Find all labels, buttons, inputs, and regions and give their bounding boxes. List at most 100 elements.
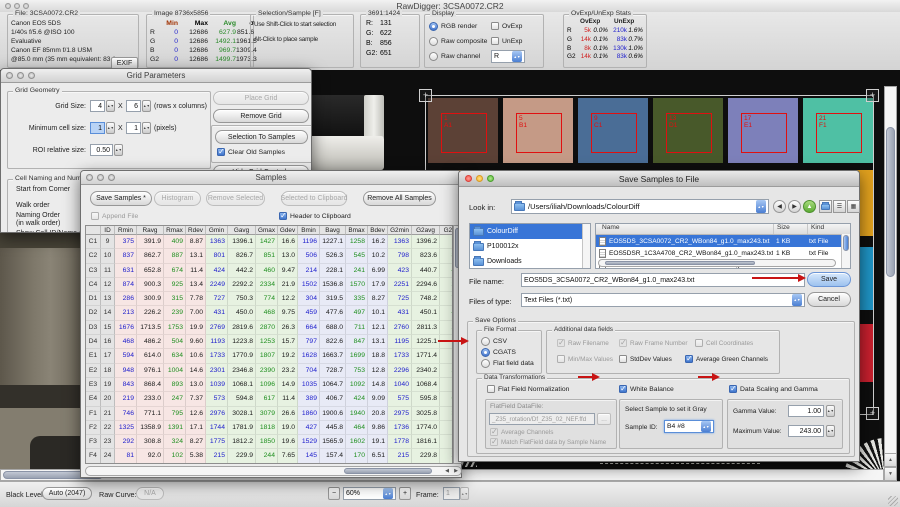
zoom-in-button[interactable]: + [399, 487, 411, 500]
checkbox-min-max-values[interactable]: Min/Max Values [557, 355, 613, 363]
column-header[interactable]: Gdev [278, 226, 298, 235]
column-header[interactable]: Gavg [228, 226, 256, 235]
table-row[interactable]: D214213226.22397.00431450.04689.75459477… [86, 306, 452, 320]
clear-old-samples-checkbox[interactable]: Clear Old Samples [217, 148, 285, 156]
table-row[interactable]: E319843868.489313.010391068.1109614.9103… [86, 378, 452, 392]
table-row[interactable]: F4248192.01025.38215229.92447.65145157.4… [86, 449, 452, 463]
back-button[interactable]: ◀ [773, 200, 786, 213]
column-header[interactable]: Gmin [206, 226, 228, 235]
raw-channel-select[interactable]: R ▲▼ [491, 50, 525, 63]
column-header[interactable]: G2min [388, 226, 412, 235]
radio-flat-field-data[interactable]: Flat field data [481, 359, 534, 368]
table-row[interactable]: F323292308.83248.2717751812.2185019.6152… [86, 435, 452, 449]
min-cell-width-field[interactable]: 1 [90, 122, 105, 134]
places-sidebar[interactable]: ColourDiffP100012xDownloads [469, 223, 591, 269]
samples-titlebar[interactable]: Samples [81, 171, 461, 185]
column-header[interactable] [86, 226, 101, 235]
frame-stepper[interactable]: ▲▼ [460, 487, 469, 500]
sidebar-item-p100012x[interactable]: P100012x [470, 239, 590, 254]
grid-rows-field[interactable]: 4 [90, 100, 105, 112]
sidebar-item-colourdiff[interactable]: ColourDiff [470, 224, 590, 239]
data-scaling-checkbox[interactable]: Data Scaling and Gamma [729, 385, 818, 393]
checkbox-average-green-channels[interactable]: Average Green Channels [685, 355, 768, 363]
scrollbar-thumb[interactable] [344, 468, 432, 474]
list-view-button[interactable]: ☰ [833, 200, 846, 213]
checkbox-cell-coordinates[interactable]: Cell Coordinates [695, 339, 753, 347]
grid-parameters-titlebar[interactable]: Grid Parameters [1, 69, 311, 83]
column-header[interactable]: Gmax [256, 226, 278, 235]
zoom-out-button[interactable]: − [328, 487, 340, 500]
radio-raw-channel[interactable]: Raw channel [429, 52, 480, 61]
file-list-horizontal-scrollbar[interactable] [598, 259, 836, 267]
new-folder-button[interactable] [819, 200, 832, 213]
checkbox-unexp[interactable]: UnExp [491, 37, 522, 45]
frame-field[interactable]: 1 [443, 487, 460, 500]
scroll-left-arrow[interactable]: ◀ [445, 468, 449, 474]
table-row[interactable]: C311631652.867411.4424442.24609.47214228… [86, 264, 452, 278]
min-cell-width-stepper[interactable]: ▲▼ [106, 122, 115, 134]
checkbox-raw-frame-number[interactable]: Raw Frame Number [619, 339, 688, 347]
match-flatfield-checkbox[interactable]: Match FlatField data by Sample Name [490, 438, 606, 446]
look-in-combo[interactable]: /Users/iliah/Downloads/ColourDiff ▲▼ [511, 199, 769, 214]
sample-id-select[interactable]: B4 #8 ▲▼ [664, 420, 714, 433]
samples-horizontal-scrollbar[interactable]: ◀ ▶ [85, 466, 462, 476]
resize-grip[interactable] [888, 496, 898, 506]
checkbox-ovexp[interactable]: OvExp [491, 22, 522, 30]
file-list[interactable]: Name Size Kind EOS5DS_3CSA0072_CR2_WBon8… [595, 223, 851, 269]
file-list-item[interactable]: EOS5DSR_1C3A4708_CR2_WBon84_g1.0_max243.… [596, 247, 850, 259]
files-of-type-select[interactable]: Text Files (*.txt) ▲▼ [521, 293, 805, 307]
maximum-value-stepper[interactable]: ▲▼ [826, 425, 835, 437]
radio-cgats[interactable]: CGATS [481, 348, 516, 357]
dialog-titlebar[interactable]: Save Samples to File [459, 171, 859, 187]
column-header[interactable]: Rmax [164, 226, 186, 235]
radio-raw-composite[interactable]: Raw composite [429, 37, 487, 46]
samples-button-selected-to-clipboard[interactable]: Selected to Clipboard [281, 191, 347, 206]
black-level-button[interactable]: Auto (2047) [42, 487, 92, 500]
radio-rgb-render[interactable]: RGB render [429, 22, 477, 31]
samples-button-save-samples[interactable]: Save Samples * [90, 191, 152, 206]
file-list-vertical-scrollbar[interactable] [841, 234, 850, 268]
canvas-vertical-scrollbar[interactable] [884, 86, 897, 481]
sidebar-item-downloads[interactable]: Downloads [470, 254, 590, 269]
table-row[interactable]: C412874900.392513.422492292.2233421.9150… [86, 278, 452, 292]
column-header[interactable]: Bdev [368, 226, 388, 235]
table-row[interactable]: E420219233.02477.37573594.861711.4389406… [86, 392, 452, 406]
samples-button-remove-selected[interactable]: Remove Selected [206, 191, 265, 206]
column-header[interactable]: Bmin [298, 226, 320, 235]
table-row[interactable]: F22213251358.9139117.117441781.9181819.0… [86, 421, 452, 435]
column-header[interactable]: Bmax [346, 226, 368, 235]
column-header[interactable]: G2avg [412, 226, 440, 235]
scrollbar-thumb[interactable] [843, 235, 849, 251]
scrollbar-thumb[interactable] [605, 261, 755, 265]
column-header[interactable]: ID [101, 226, 115, 235]
table-row[interactable]: C19375391.94098.8713631396.1142716.61196… [86, 235, 452, 249]
flatfield-file-field[interactable]: _Z35_rotation/Df_Z35_02_NEF.ffd [489, 413, 595, 425]
scroll-right-arrow[interactable]: ▶ [454, 468, 458, 474]
samples-table[interactable]: IDRminRavgRmaxRdevGminGavgGmaxGdevBminBa… [85, 225, 453, 464]
file-list-header[interactable]: Name Size Kind [596, 224, 850, 235]
append-file-checkbox[interactable]: Append File [91, 212, 138, 220]
min-cell-height-stepper[interactable]: ▲▼ [142, 122, 151, 134]
gamma-field[interactable]: 1.00 [788, 405, 824, 417]
table-row[interactable]: D31516761713.5175319.927692819.6287026.3… [86, 321, 452, 335]
column-header[interactable]: Ravg [137, 226, 164, 235]
grid-cols-stepper[interactable]: ▲▼ [142, 100, 151, 112]
detail-view-button[interactable]: ▦ [847, 200, 860, 213]
min-cell-height-field[interactable]: 1 [126, 122, 141, 134]
checkbox-stddev-values[interactable]: StdDev Values [619, 355, 672, 363]
column-header[interactable]: Rdev [186, 226, 206, 235]
white-balance-checkbox[interactable]: White Balance [619, 385, 674, 393]
table-row[interactable]: E117594614.063410.617331770.9180719.2162… [86, 349, 452, 363]
scroll-up-arrow[interactable]: ▲ [884, 453, 897, 467]
save-button[interactable]: Save [807, 272, 851, 287]
samples-button-histogram[interactable]: Histogram [154, 191, 201, 206]
maximum-value-field[interactable]: 243.00 [788, 425, 824, 437]
file-name-input[interactable]: EOS5DS_3CSA0072_CR2_WBon84_g1.0_max243.t… [521, 273, 805, 287]
header-to-clipboard-checkbox[interactable]: Header to Clipboard [279, 212, 351, 220]
roi-size-field[interactable]: 0.50 [90, 144, 113, 156]
selection-handle-bottomright[interactable]: + [866, 407, 879, 420]
zoom-level-select[interactable]: 60% ▲▼ [343, 487, 396, 500]
cancel-button[interactable]: Cancel [807, 292, 851, 307]
scrollbar-thumb[interactable] [886, 127, 895, 277]
column-header[interactable]: Bavg [320, 226, 346, 235]
